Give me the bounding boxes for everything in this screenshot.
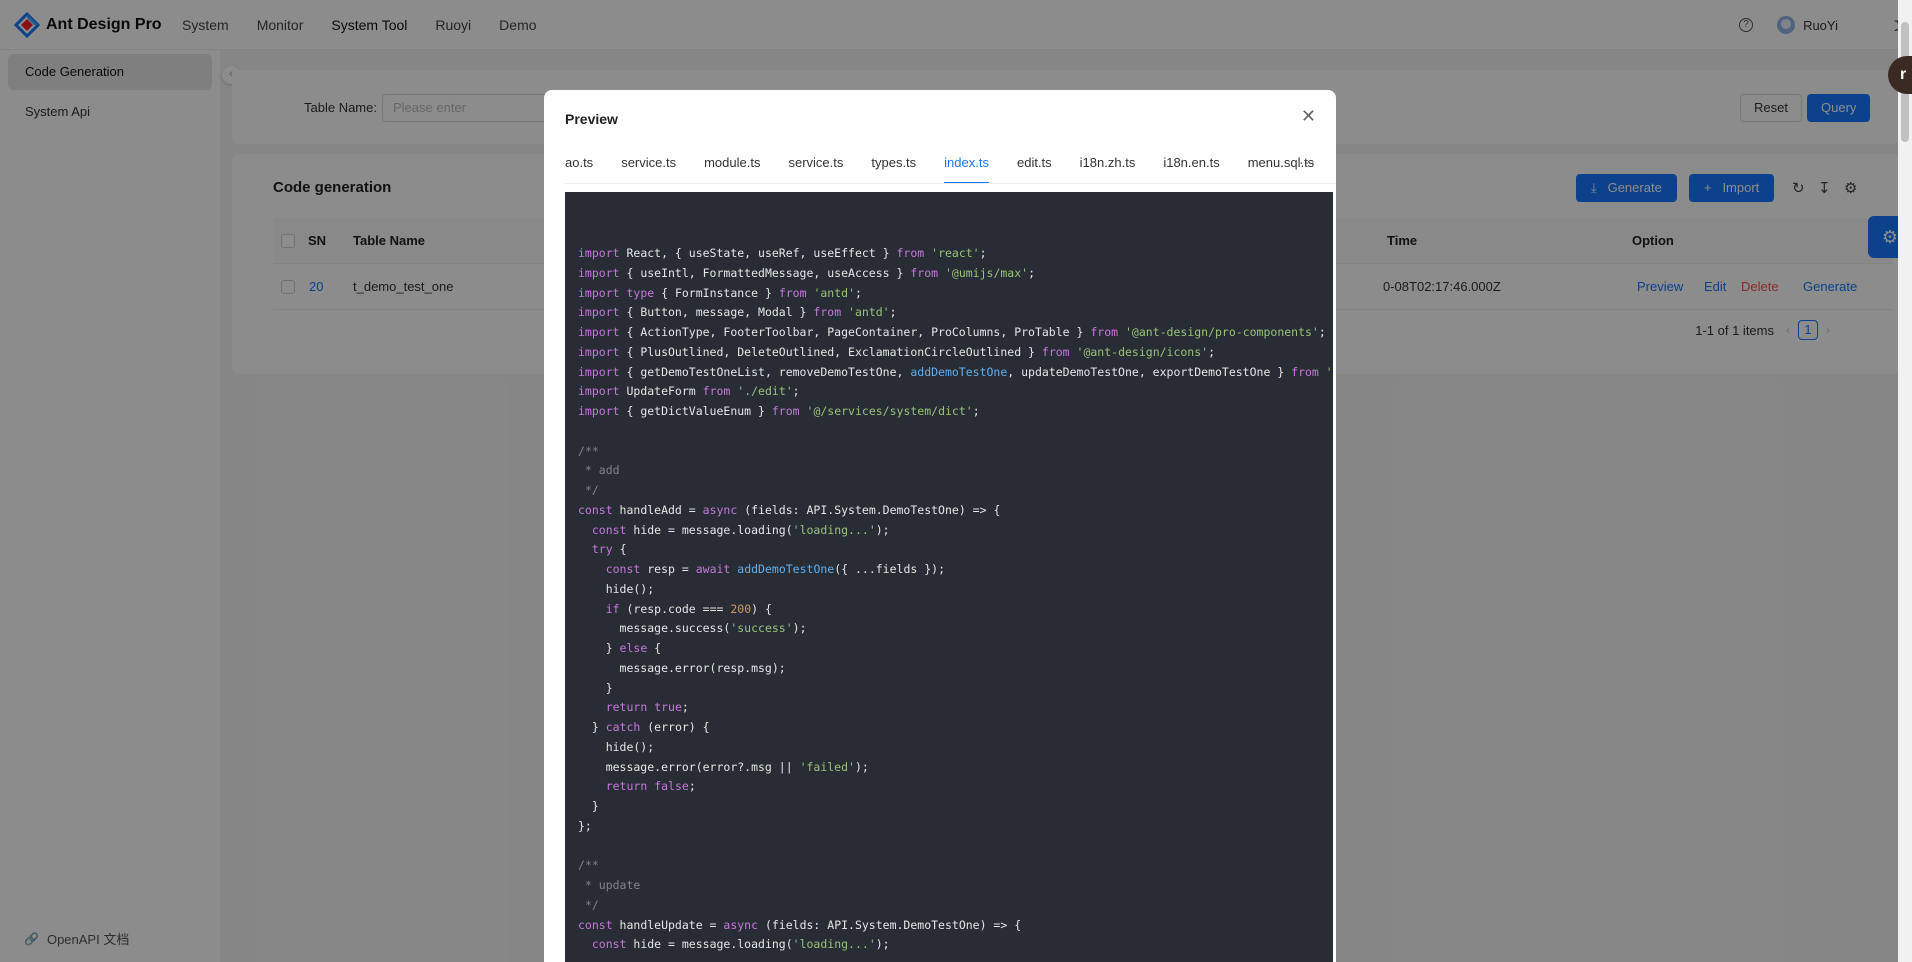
tab-i18n-en[interactable]: i18n.en.ts [1163,142,1219,183]
tab-service-java[interactable]: service.ts [621,142,676,183]
preview-modal: Preview ✕ ao.ts service.ts module.ts ser… [544,90,1336,962]
tab-service[interactable]: service.ts [788,142,843,183]
tab-module[interactable]: module.ts [704,142,760,183]
close-icon[interactable]: ✕ [1301,106,1316,127]
tab-i18n-zh[interactable]: i18n.zh.ts [1080,142,1136,183]
tab-dao[interactable]: ao.ts [565,142,593,183]
code-preview: import React, { useState, useRef, useEff… [565,192,1333,962]
page-scrollbar[interactable] [1898,0,1912,962]
more-icon[interactable]: ··· [1299,142,1316,182]
tab-index[interactable]: index.ts [944,142,989,183]
tab-types[interactable]: types.ts [871,142,916,183]
modal-title: Preview [565,111,618,127]
code-content: import React, { useState, useRef, useEff… [578,246,1333,952]
tab-edit[interactable]: edit.ts [1017,142,1052,183]
file-tabs: ao.ts service.ts module.ts service.ts ty… [565,142,1336,184]
